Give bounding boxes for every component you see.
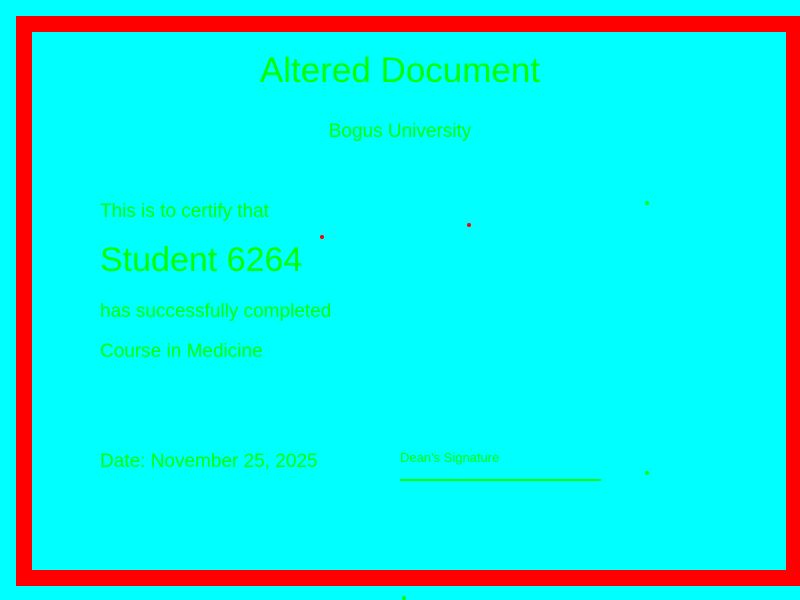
artifact-dot: [645, 201, 649, 205]
artifact-dot: [320, 235, 324, 239]
certificate-page: Altered Document Bogus University This i…: [0, 0, 800, 600]
certify-text: This is to certify that: [100, 201, 269, 222]
institution-name: Bogus University: [328, 121, 472, 142]
signature-label: Dean's Signature: [400, 450, 500, 465]
course-name: Course in Medicine: [100, 341, 263, 362]
artifact-dot: [402, 596, 406, 600]
signature-line: [400, 479, 601, 481]
issue-date: Date: November 25, 2025: [100, 451, 318, 472]
artifact-dot: [645, 471, 649, 475]
artifact-dot: [467, 223, 471, 227]
document-title: Altered Document: [259, 51, 541, 90]
completion-text: has successfully completed: [100, 301, 332, 322]
student-name: Student 6264: [100, 241, 303, 279]
